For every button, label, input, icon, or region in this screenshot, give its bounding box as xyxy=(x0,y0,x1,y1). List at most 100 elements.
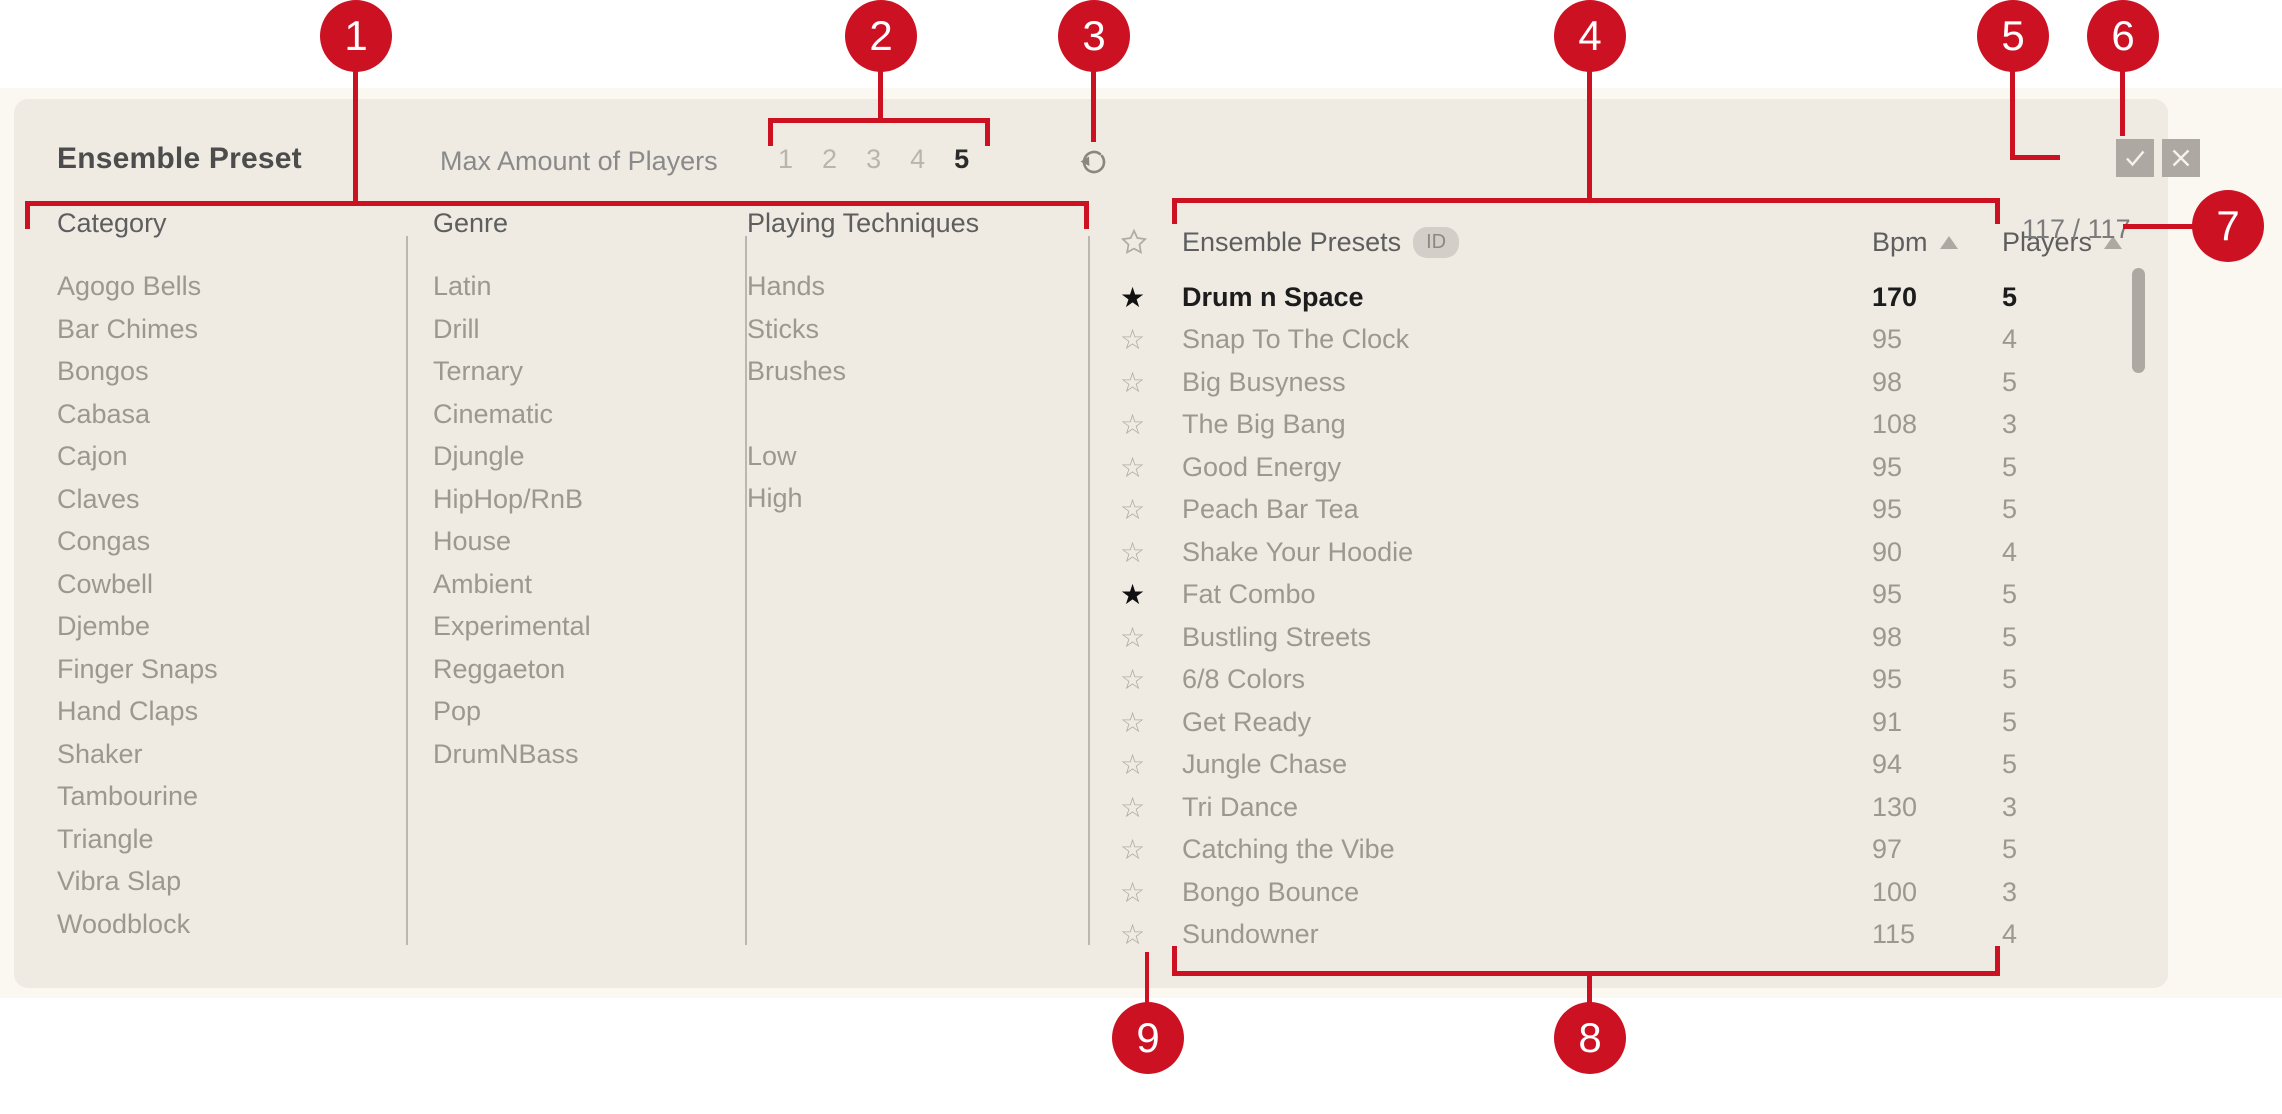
filter-item-drumnbass[interactable]: DrumNBass xyxy=(433,733,733,776)
preset-bpm: 98 xyxy=(1872,367,2002,398)
table-row[interactable]: ☆ Sundowner 115 4 xyxy=(1120,914,2130,957)
preset-bpm: 98 xyxy=(1872,622,2002,653)
filter-item-vibra-slap[interactable]: Vibra Slap xyxy=(57,860,357,903)
callout-leader xyxy=(1172,971,2000,976)
favorite-star-outline-icon[interactable]: ☆ xyxy=(1120,536,1182,569)
preset-name: Sundowner xyxy=(1182,919,1872,950)
filter-item-hand-claps[interactable]: Hand Claps xyxy=(57,690,357,733)
preset-bpm: 108 xyxy=(1872,409,2002,440)
favorite-star-outline-icon[interactable]: ☆ xyxy=(1120,408,1182,441)
player-option-2[interactable]: 2 xyxy=(822,144,837,175)
callout-leader xyxy=(768,118,773,146)
filter-item-finger-snaps[interactable]: Finger Snaps xyxy=(57,648,357,691)
favorite-star-filled-icon[interactable]: ★ xyxy=(1120,578,1182,611)
filter-item-congas[interactable]: Congas xyxy=(57,520,357,563)
bpm-column-header[interactable]: Bpm xyxy=(1872,227,2002,258)
table-row[interactable]: ☆ 6/8 Colors 95 5 xyxy=(1120,659,2130,702)
table-row[interactable]: ☆ Good Energy 95 5 xyxy=(1120,446,2130,489)
filter-item-low[interactable]: Low xyxy=(747,435,1047,478)
filter-item-cabasa[interactable]: Cabasa xyxy=(57,393,357,436)
table-row[interactable]: ☆ Bongo Bounce 100 3 xyxy=(1120,871,2130,914)
player-option-5[interactable]: 5 xyxy=(954,144,969,175)
presets-column-header[interactable]: Ensemble Presets ID xyxy=(1182,227,1872,258)
list-scrollbar-thumb[interactable] xyxy=(2132,268,2145,373)
filter-item-hiphop-rnb[interactable]: HipHop/RnB xyxy=(433,478,733,521)
preset-bpm: 94 xyxy=(1872,749,2002,780)
table-row[interactable]: ☆ The Big Bang 108 3 xyxy=(1120,404,2130,447)
preset-players: 5 xyxy=(2002,367,2130,398)
table-row[interactable]: ☆ Bustling Streets 98 5 xyxy=(1120,616,2130,659)
table-row[interactable]: ☆ Big Busyness 98 5 xyxy=(1120,361,2130,404)
filter-item-reggaeton[interactable]: Reggaeton xyxy=(433,648,733,691)
filter-item-cajon[interactable]: Cajon xyxy=(57,435,357,478)
favorite-star-outline-icon[interactable]: ☆ xyxy=(1120,706,1182,739)
panel-actions xyxy=(2116,139,2200,177)
table-row[interactable]: ☆ Jungle Chase 94 5 xyxy=(1120,744,2130,787)
table-row[interactable]: ☆ Peach Bar Tea 95 5 xyxy=(1120,489,2130,532)
callout-bubble: 6 xyxy=(2087,0,2159,72)
id-badge[interactable]: ID xyxy=(1413,227,1459,258)
filter-item-drill[interactable]: Drill xyxy=(433,308,733,351)
table-row[interactable]: ☆ Snap To The Clock 95 4 xyxy=(1120,319,2130,362)
favorite-star-outline-icon[interactable]: ☆ xyxy=(1120,323,1182,356)
favorite-star-outline-icon[interactable]: ☆ xyxy=(1120,833,1182,866)
player-option-4[interactable]: 4 xyxy=(910,144,925,175)
filter-item-cinematic[interactable]: Cinematic xyxy=(433,393,733,436)
favorite-column-header[interactable] xyxy=(1120,228,1182,256)
preset-name: 6/8 Colors xyxy=(1182,664,1872,695)
preset-players: 5 xyxy=(2002,282,2130,313)
preset-name: Get Ready xyxy=(1182,707,1872,738)
filter-item-agogo-bells[interactable]: Agogo Bells xyxy=(57,265,357,308)
filter-item-pop[interactable]: Pop xyxy=(433,690,733,733)
reset-filters-button[interactable] xyxy=(1074,142,1114,182)
filter-item-woodblock[interactable]: Woodblock xyxy=(57,903,357,946)
table-row[interactable]: ★ Drum n Space 170 5 xyxy=(1120,276,2130,319)
confirm-button[interactable] xyxy=(2116,139,2154,177)
table-row[interactable]: ☆ Get Ready 91 5 xyxy=(1120,701,2130,744)
favorite-star-outline-icon[interactable]: ☆ xyxy=(1120,451,1182,484)
filter-column-genre: Genre Latin Drill Ternary Cinematic Djun… xyxy=(433,208,733,775)
filter-item-latin[interactable]: Latin xyxy=(433,265,733,308)
filter-item-shaker[interactable]: Shaker xyxy=(57,733,357,776)
filter-item-ternary[interactable]: Ternary xyxy=(433,350,733,393)
favorite-star-outline-icon[interactable]: ☆ xyxy=(1120,621,1182,654)
cancel-button[interactable] xyxy=(2162,139,2200,177)
filter-item-high[interactable]: High xyxy=(747,477,1047,520)
favorite-star-filled-icon[interactable]: ★ xyxy=(1120,281,1182,314)
callout-leader xyxy=(2010,70,2015,158)
filter-item-sticks[interactable]: Sticks xyxy=(747,308,1047,351)
presets-column-label: Ensemble Presets xyxy=(1182,227,1401,258)
preset-players: 5 xyxy=(2002,834,2130,865)
table-row[interactable]: ☆ Tri Dance 130 3 xyxy=(1120,786,2130,829)
callout-leader xyxy=(1172,198,1177,224)
max-players-selector[interactable]: 1 2 3 4 5 xyxy=(778,144,969,175)
table-row[interactable]: ☆ Shake Your Hoodie 90 4 xyxy=(1120,531,2130,574)
favorite-star-outline-icon[interactable]: ☆ xyxy=(1120,748,1182,781)
player-option-3[interactable]: 3 xyxy=(866,144,881,175)
preset-name: Tri Dance xyxy=(1182,792,1872,823)
filter-item-house[interactable]: House xyxy=(433,520,733,563)
filter-item-hands[interactable]: Hands xyxy=(747,265,1047,308)
filter-item-bar-chimes[interactable]: Bar Chimes xyxy=(57,308,357,351)
filter-item-tambourine[interactable]: Tambourine xyxy=(57,775,357,818)
filter-item-ambient[interactable]: Ambient xyxy=(433,563,733,606)
filter-item-claves[interactable]: Claves xyxy=(57,478,357,521)
max-players-label: Max Amount of Players xyxy=(440,146,718,177)
filter-item-cowbell[interactable]: Cowbell xyxy=(57,563,357,606)
filter-item-experimental[interactable]: Experimental xyxy=(433,605,733,648)
favorite-star-outline-icon[interactable]: ☆ xyxy=(1120,493,1182,526)
filter-item-brushes[interactable]: Brushes xyxy=(747,350,1047,393)
favorite-star-outline-icon[interactable]: ☆ xyxy=(1120,663,1182,696)
table-row[interactable]: ★ Fat Combo 95 5 xyxy=(1120,574,2130,617)
favorite-star-outline-icon[interactable]: ☆ xyxy=(1120,876,1182,909)
filter-item-djungle[interactable]: Djungle xyxy=(433,435,733,478)
favorite-star-outline-icon[interactable]: ☆ xyxy=(1120,791,1182,824)
filter-item-triangle[interactable]: Triangle xyxy=(57,818,357,861)
preset-name: Drum n Space xyxy=(1182,282,1872,313)
filter-item-bongos[interactable]: Bongos xyxy=(57,350,357,393)
table-row[interactable]: ☆ Catching the Vibe 97 5 xyxy=(1120,829,2130,872)
filter-item-djembe[interactable]: Djembe xyxy=(57,605,357,648)
favorite-star-outline-icon[interactable]: ☆ xyxy=(1120,366,1182,399)
player-option-1[interactable]: 1 xyxy=(778,144,793,175)
preset-name: Bustling Streets xyxy=(1182,622,1872,653)
